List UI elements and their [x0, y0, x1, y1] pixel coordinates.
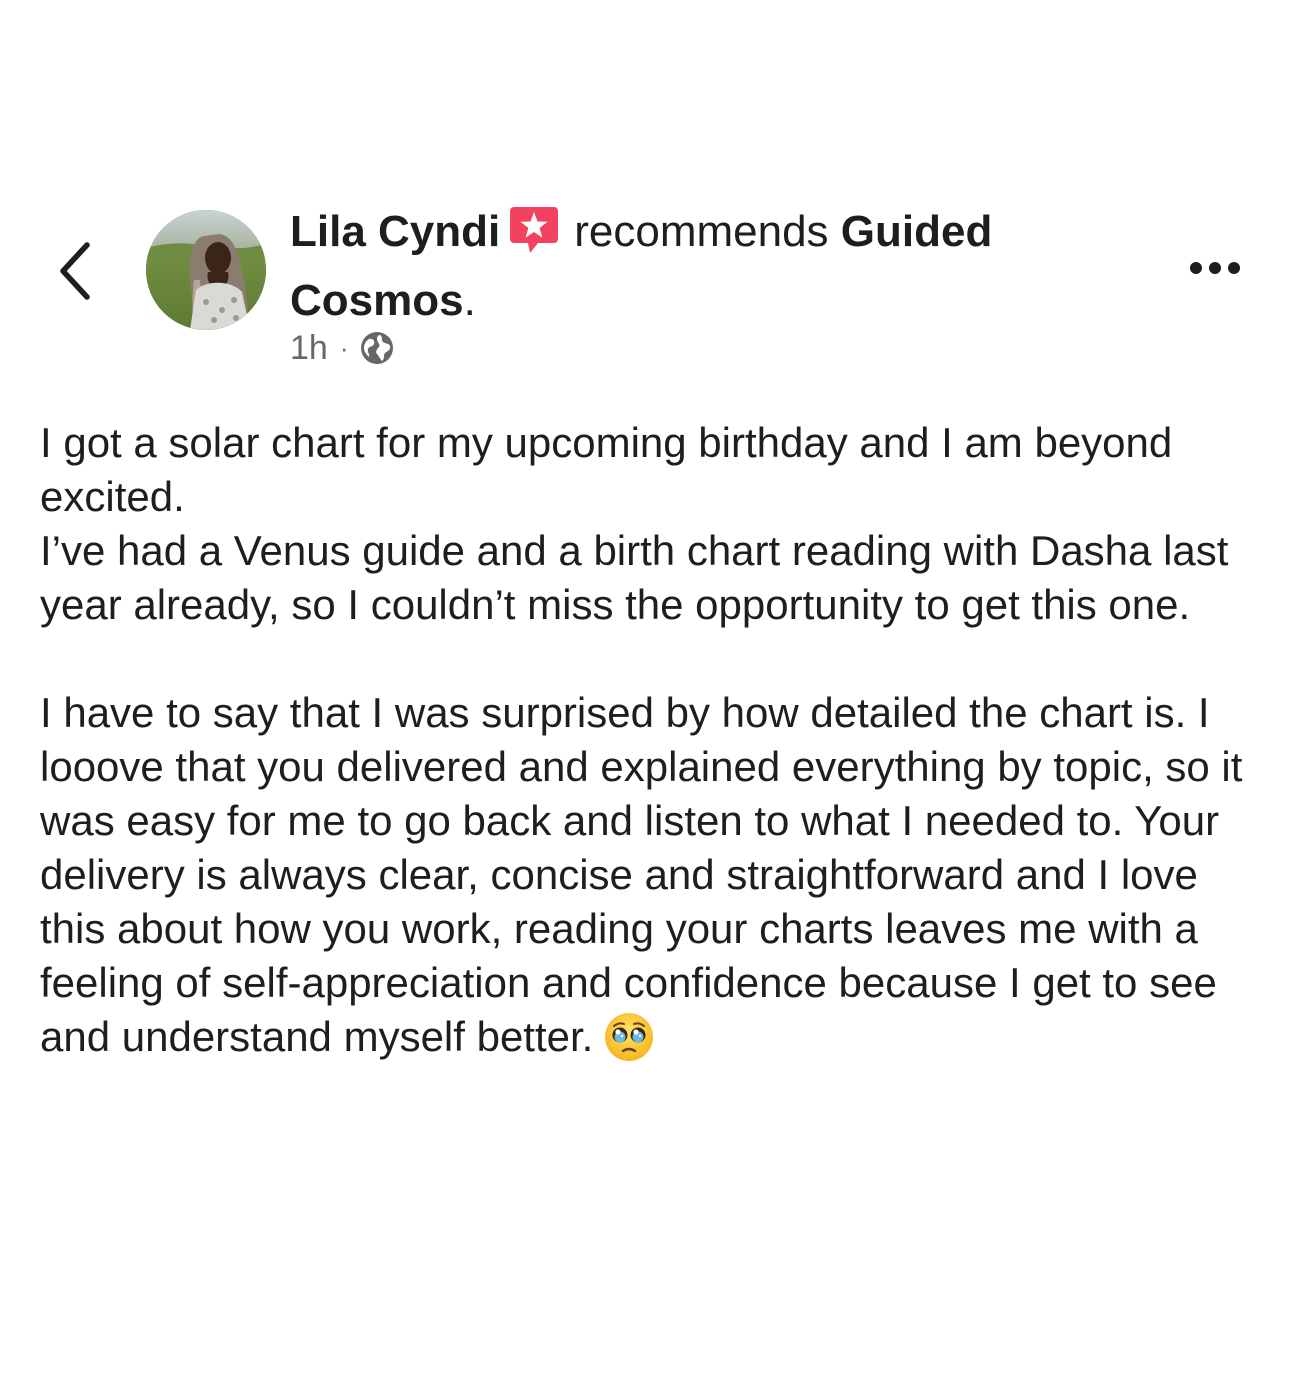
avatar-photo	[146, 210, 266, 330]
post-paragraph-text: I have to say that I was surprised by ho…	[40, 689, 1255, 1060]
post-header: Lila Cyndi recommends Guided Cosmos.	[290, 202, 1070, 331]
globe-icon[interactable]	[359, 330, 395, 366]
back-button[interactable]	[50, 236, 100, 306]
pleading-face-emoji	[603, 1011, 655, 1076]
chevron-left-icon	[60, 242, 90, 300]
more-options-button[interactable]	[1180, 248, 1250, 288]
author-name[interactable]: Lila Cyndi	[290, 207, 500, 256]
post-timestamp[interactable]: 1h	[290, 329, 328, 368]
avatar[interactable]	[146, 210, 266, 330]
post-meta: 1h ·	[290, 326, 395, 370]
page-suffix: .	[463, 276, 476, 325]
more-dot-icon	[1209, 262, 1221, 274]
recommendation-star-icon	[508, 203, 560, 271]
post-body: I got a solar chart for my upcoming birt…	[40, 416, 1270, 1076]
post-paragraph: I’ve had a Venus guide and a birth chart…	[40, 527, 1241, 628]
more-dot-icon	[1190, 262, 1202, 274]
more-dot-icon	[1228, 262, 1240, 274]
post-paragraph: I got a solar chart for my upcoming birt…	[40, 419, 1184, 520]
meta-separator: ·	[339, 332, 349, 363]
action-text: recommends	[574, 207, 829, 256]
post-paragraph-last: I have to say that I was surprised by ho…	[40, 686, 1270, 1076]
